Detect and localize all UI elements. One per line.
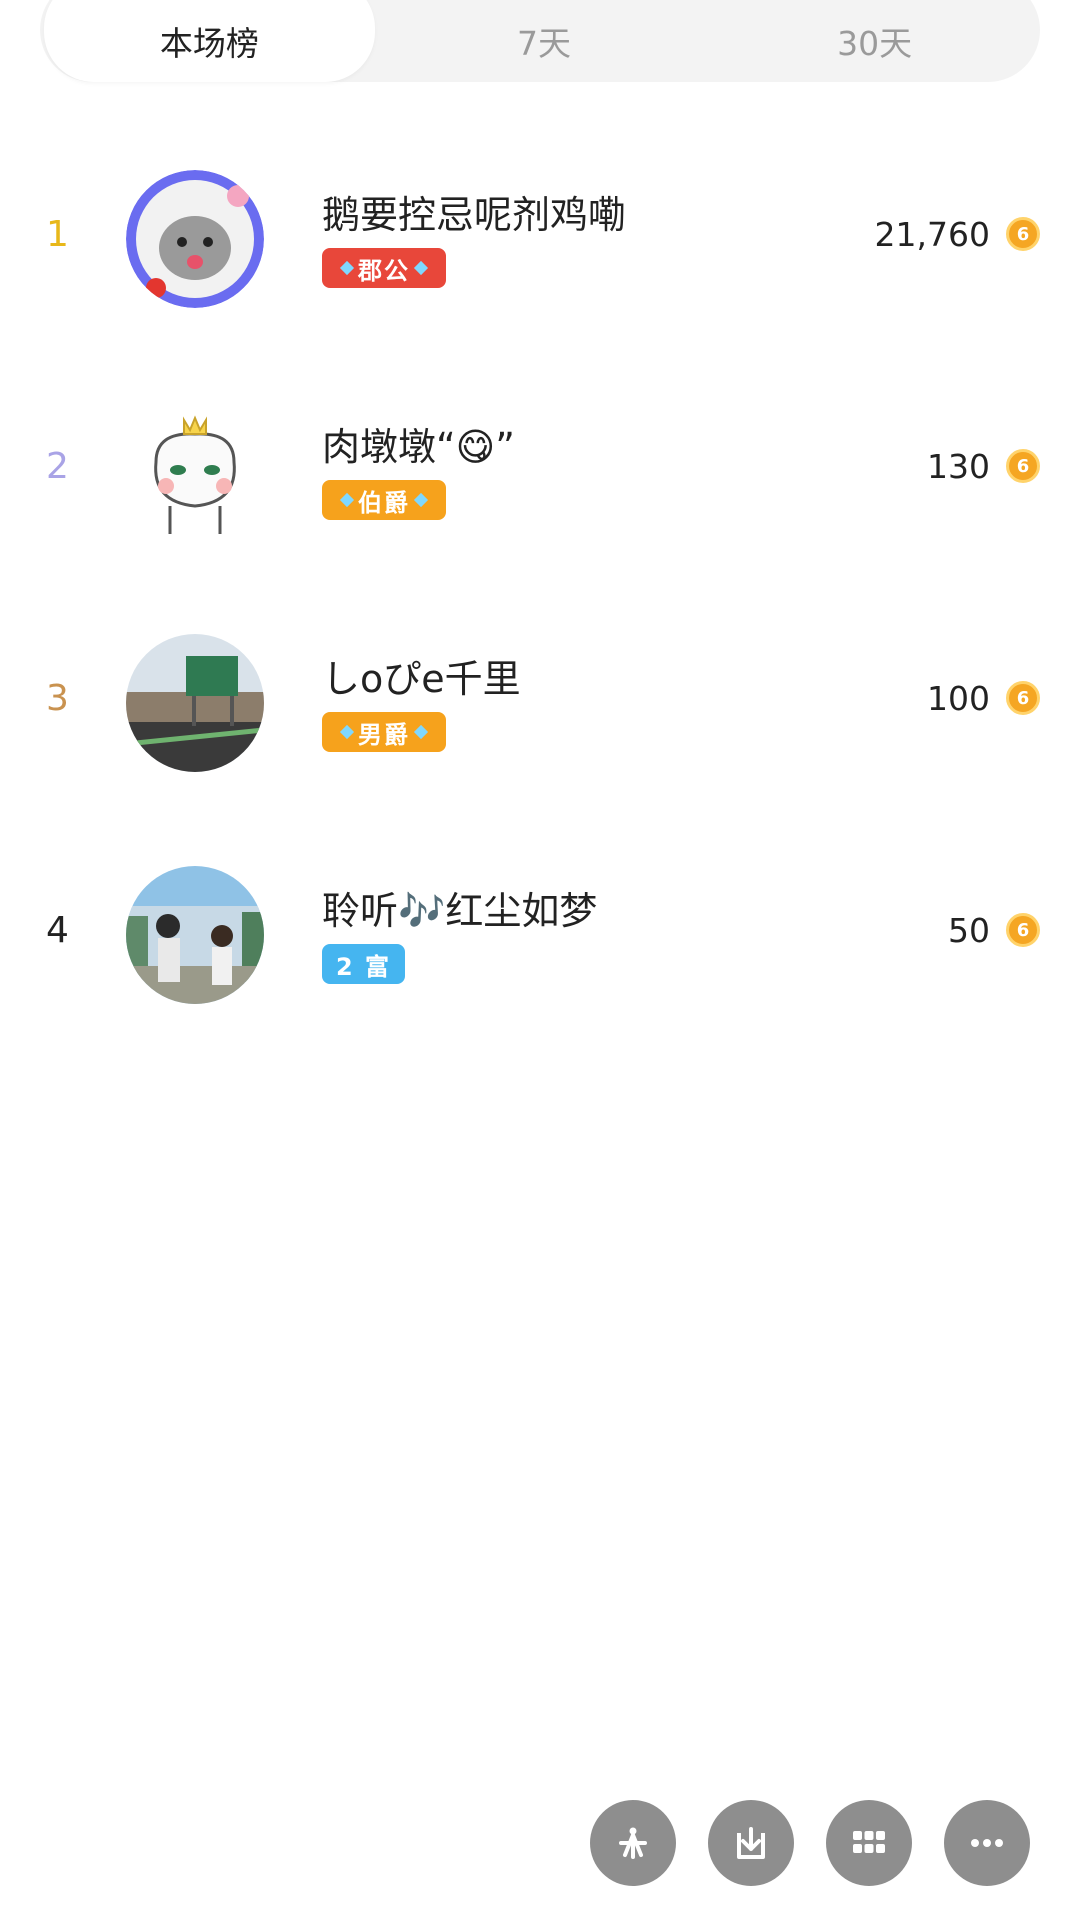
rank-number: 3 (46, 677, 69, 719)
tab-bar: 本场榜 7天 30天 (40, 0, 1040, 82)
leaderboard-row[interactable]: 1 鹅要控忌呢剂鸡嘞 郡公 21,760 6 (0, 144, 1080, 324)
grid-button[interactable] (826, 1800, 912, 1886)
rank-number: 4 (46, 909, 69, 951)
badge-label: 郡公 (358, 256, 410, 285)
rank-number: 2 (46, 445, 69, 487)
more-icon (971, 1839, 1003, 1847)
badge-gem-icon (413, 260, 429, 276)
badge-gem-icon (339, 724, 355, 740)
badge-label: 2 富 (336, 952, 392, 981)
user-name: 聆听🎶红尘如梦 (322, 889, 598, 933)
avatar[interactable] (126, 402, 264, 540)
leaderboard-row[interactable]: 2 肉墩墩“😋” 伯爵 130 6 (0, 376, 1080, 556)
avatar[interactable] (126, 866, 264, 1004)
user-name: 肉墩墩“😋” (322, 425, 515, 469)
more-button[interactable] (944, 1800, 1030, 1886)
tab-this-session[interactable]: 本场榜 (44, 0, 375, 82)
avatar[interactable] (126, 634, 264, 772)
badge-label: 男爵 (358, 720, 410, 749)
rank-badge: 郡公 (322, 248, 446, 288)
score-value: 130 (927, 446, 990, 486)
rank-badge: 伯爵 (322, 480, 446, 520)
avatar[interactable] (126, 170, 264, 308)
action-bar (590, 1800, 1030, 1886)
score-value: 50 (948, 910, 990, 950)
rank-badge: 2 富 (322, 944, 406, 984)
tab-7-days[interactable]: 7天 (379, 0, 710, 82)
rank-number: 1 (46, 213, 69, 255)
download-icon (737, 1827, 765, 1859)
gold-coin-icon: 6 (1006, 217, 1040, 251)
score-value: 100 (927, 678, 990, 718)
badge-gem-icon (339, 260, 355, 276)
badge-gem-icon (339, 492, 355, 508)
share-button[interactable] (590, 1800, 676, 1886)
score-value: 21,760 (874, 214, 990, 254)
user-name: しoぴe千里 (322, 657, 521, 701)
grid-icon (853, 1831, 885, 1853)
gold-coin-icon: 6 (1006, 913, 1040, 947)
rank-badge: 男爵 (322, 712, 446, 752)
gold-coin-icon: 6 (1006, 681, 1040, 715)
leaderboard-page: 本场榜 7天 30天 1 鹅要控忌呢剂鸡嘞 郡公 21,760 6 2 肉墩墩“… (0, 0, 1080, 1920)
share-icon (619, 1827, 647, 1859)
tab-30-days[interactable]: 30天 (709, 0, 1040, 82)
leaderboard-row[interactable]: 4 聆听🎶红尘如梦 2 富 50 6 (0, 840, 1080, 1020)
gold-coin-icon: 6 (1006, 449, 1040, 483)
leaderboard-row[interactable]: 3 しoぴe千里 男爵 100 6 (0, 608, 1080, 788)
badge-gem-icon (413, 492, 429, 508)
download-button[interactable] (708, 1800, 794, 1886)
badge-gem-icon (413, 724, 429, 740)
user-name: 鹅要控忌呢剂鸡嘞 (322, 193, 627, 237)
badge-label: 伯爵 (358, 488, 410, 517)
